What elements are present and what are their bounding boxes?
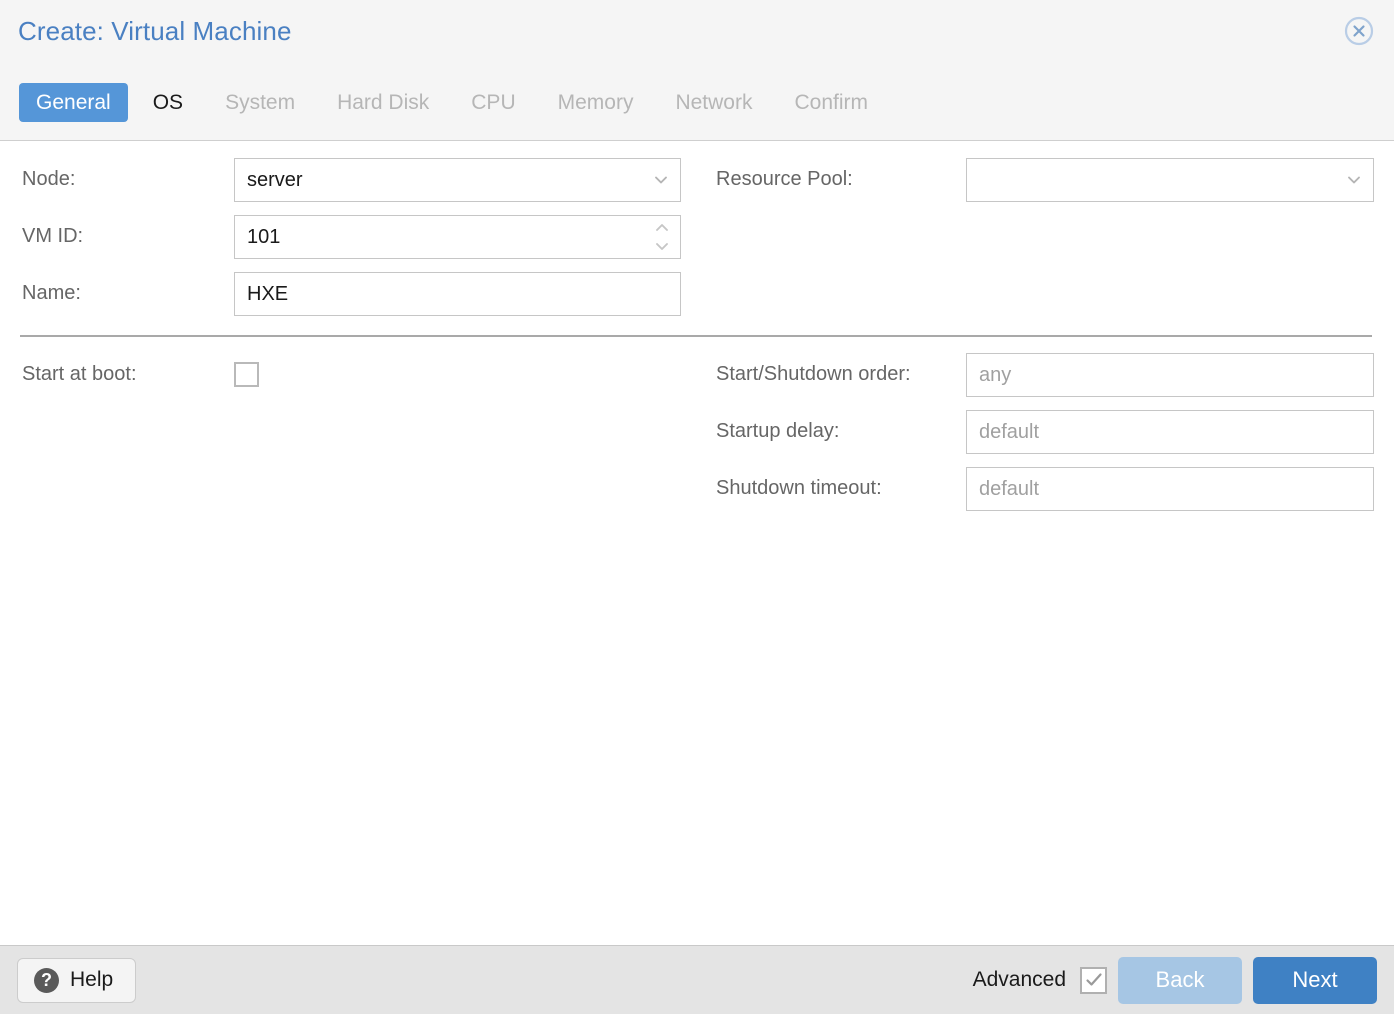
help-button[interactable]: ? Help — [17, 957, 137, 1003]
resource-pool-select[interactable] — [966, 158, 1374, 202]
tab-confirm: Confirm — [794, 91, 868, 114]
help-button-label: Help — [70, 968, 114, 991]
name-label: Name: — [22, 282, 81, 304]
wizard-tabs: General OS System Hard Disk CPU Memory N… — [19, 83, 893, 122]
vmid-label: VM ID: — [22, 225, 84, 247]
form-section-identity: Node: server VM ID: 101 Name: HXE Resour… — [0, 141, 1394, 329]
tab-system: System — [225, 91, 296, 114]
tab-memory: Memory — [557, 91, 634, 114]
resource-pool-select-wrapper — [966, 158, 1374, 202]
form-divider — [20, 335, 1372, 337]
vmid-input[interactable]: 101 — [234, 215, 681, 259]
node-select-wrapper: server — [234, 158, 681, 202]
node-select[interactable]: server — [234, 158, 681, 202]
create-virtual-machine-dialog: Create: Virtual Machine General OS Syste… — [0, 0, 1394, 1014]
resource-pool-label: Resource Pool: — [716, 168, 853, 190]
advanced-checkbox[interactable] — [1080, 966, 1107, 994]
start-at-boot-label: Start at boot: — [22, 363, 137, 385]
dialog-body: Node: server VM ID: 101 Name: HXE Resour… — [0, 141, 1394, 945]
field-shutdown-timeout: Shutdown timeout: default — [716, 467, 1394, 511]
form-column-right-startup: Start/Shutdown order: any Startup delay:… — [700, 353, 1394, 524]
tab-os[interactable]: OS — [136, 83, 200, 122]
shutdown-timeout-input[interactable]: default — [966, 467, 1374, 511]
dialog-header: Create: Virtual Machine General OS Syste… — [0, 0, 1394, 141]
name-input[interactable]: HXE — [234, 272, 681, 316]
field-resource-pool: Resource Pool: — [716, 158, 1394, 202]
name-input-wrapper: HXE — [234, 272, 681, 316]
startup-delay-input-wrapper: default — [966, 410, 1374, 454]
form-section-startup: Start at boot: Start/Shutdown order: any… — [0, 353, 1394, 524]
dialog-footer: ? Help Advanced Back Next — [0, 945, 1394, 1014]
tab-cpu: CPU — [471, 91, 516, 114]
tab-hard-disk: Hard Disk — [337, 91, 430, 114]
form-column-left-startup: Start at boot: — [0, 353, 700, 524]
field-node: Node: server — [22, 158, 700, 202]
field-name: Name: HXE — [22, 272, 700, 316]
shutdown-timeout-input-wrapper: default — [966, 467, 1374, 511]
startup-delay-label: Startup delay: — [716, 420, 840, 442]
tab-network: Network — [675, 91, 753, 114]
shutdown-timeout-label: Shutdown timeout: — [716, 477, 882, 499]
vmid-input-wrapper: 101 — [234, 215, 681, 259]
start-at-boot-checkbox[interactable] — [234, 362, 259, 387]
footer-actions: Advanced Back Next — [972, 956, 1377, 1004]
tab-general[interactable]: General — [19, 83, 128, 122]
form-column-left: Node: server VM ID: 101 Name: HXE — [0, 158, 700, 329]
field-start-shutdown-order: Start/Shutdown order: any — [716, 353, 1394, 397]
field-startup-delay: Startup delay: default — [716, 410, 1394, 454]
dialog-title: Create: Virtual Machine — [18, 16, 292, 46]
chevron-down-icon — [656, 243, 668, 250]
start-shutdown-order-input-wrapper: any — [966, 353, 1374, 397]
node-label: Node: — [22, 168, 76, 190]
start-shutdown-order-label: Start/Shutdown order: — [716, 363, 911, 385]
next-button[interactable]: Next — [1253, 956, 1377, 1004]
checkmark-icon — [1085, 973, 1102, 986]
field-vmid: VM ID: 101 — [22, 215, 700, 259]
quantity-stepper[interactable] — [653, 221, 671, 253]
back-button[interactable]: Back — [1118, 956, 1242, 1004]
startup-delay-input[interactable]: default — [966, 410, 1374, 454]
advanced-label: Advanced — [972, 968, 1066, 991]
chevron-up-icon — [656, 224, 668, 231]
start-shutdown-order-input[interactable]: any — [966, 353, 1374, 397]
form-column-right: Resource Pool: — [700, 158, 1394, 329]
close-icon[interactable] — [1343, 15, 1375, 47]
question-mark-icon: ? — [34, 967, 59, 993]
field-start-at-boot: Start at boot: — [22, 353, 700, 397]
